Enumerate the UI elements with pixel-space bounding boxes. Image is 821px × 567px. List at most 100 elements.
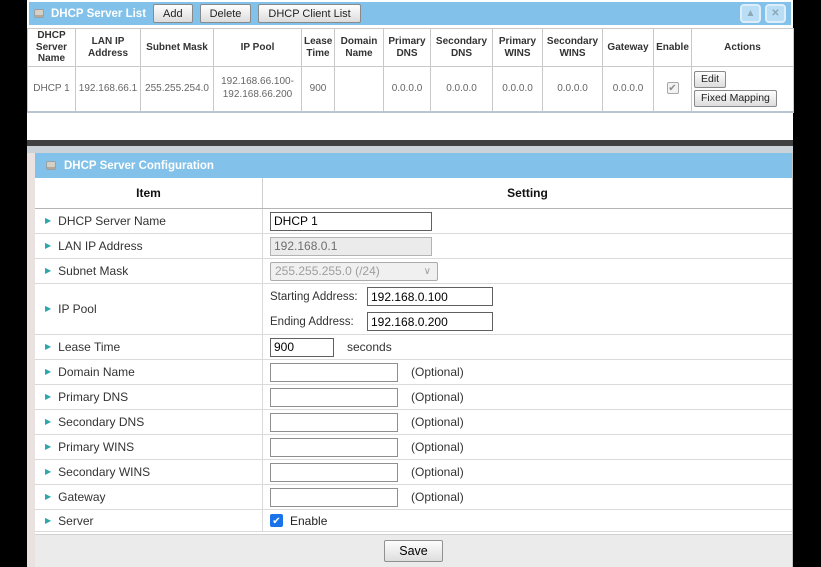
col-gateway: Gateway — [603, 29, 654, 67]
server-enable-label: Enable — [290, 514, 327, 528]
col-domain-name: Domain Name — [335, 29, 384, 67]
row-secondary-dns: ▶ Secondary DNS (Optional) — [35, 410, 792, 435]
table-row: DHCP 1 192.168.66.1 255.255.254.0 192.16… — [28, 67, 794, 112]
col-primary-dns: Primary DNS — [384, 29, 431, 67]
row-server: ▶ Server ✔ Enable — [35, 510, 792, 532]
bullet-icon: ▶ — [45, 443, 51, 451]
panel-top-strip — [27, 146, 793, 153]
col-actions: Actions — [692, 29, 794, 67]
gateway-input[interactable] — [270, 488, 398, 507]
starting-address-input[interactable] — [367, 287, 493, 306]
subnet-mask-selected-value: 255.255.255.0 (/24) — [275, 264, 380, 278]
secondary-wins-label: Secondary WINS — [58, 465, 150, 479]
gateway-label: Gateway — [58, 490, 105, 504]
col-lan-ip: LAN IP Address — [76, 29, 141, 67]
col-ip-pool: IP Pool — [214, 29, 302, 67]
add-button[interactable]: Add — [153, 4, 193, 23]
cell-secondary-dns: 0.0.0.0 — [431, 67, 493, 112]
cell-domain-name — [335, 67, 384, 112]
header-item: Item — [35, 178, 263, 208]
bullet-icon: ▶ — [45, 305, 51, 313]
lease-time-input[interactable] — [270, 338, 334, 357]
col-dhcp-server-name: DHCP Server Name — [28, 29, 76, 67]
server-enable-checkbox[interactable]: ✔ — [270, 514, 283, 527]
window-controls: ▲ ✕ — [740, 4, 786, 23]
save-button[interactable]: Save — [384, 540, 443, 562]
cell-primary-wins: 0.0.0.0 — [493, 67, 543, 112]
configuration-table-header: Item Setting — [35, 178, 792, 209]
fixed-mapping-button[interactable]: Fixed Mapping — [694, 90, 777, 107]
lease-time-label: Lease Time — [58, 340, 120, 354]
dhcp-server-name-input[interactable] — [270, 212, 432, 231]
row-secondary-wins: ▶ Secondary WINS (Optional) — [35, 460, 792, 485]
dhcp-server-configuration-panel: DHCP Server Configuration Item Setting ▶… — [27, 140, 793, 567]
cell-ip-pool: 192.168.66.100-192.168.66.200 — [214, 67, 302, 112]
subnet-mask-select: 255.255.255.0 (/24) ∨ — [270, 262, 438, 281]
cell-dhcp-server-name: DHCP 1 — [28, 67, 76, 112]
subnet-mask-label: Subnet Mask — [58, 264, 128, 278]
collapse-icon[interactable]: ▲ — [740, 4, 761, 23]
primary-dns-label: Primary DNS — [58, 390, 128, 404]
bullet-icon: ▶ — [45, 393, 51, 401]
dhcp-server-table: DHCP Server Name LAN IP Address Subnet M… — [27, 28, 794, 113]
optional-hint: (Optional) — [411, 490, 464, 504]
optional-hint: (Optional) — [411, 365, 464, 379]
server-label: Server — [58, 514, 93, 528]
ending-address-label: Ending Address: — [270, 316, 367, 328]
col-lease-time: Lease Time — [302, 29, 335, 67]
row-primary-wins: ▶ Primary WINS (Optional) — [35, 435, 792, 460]
lan-ip-input — [270, 237, 432, 256]
panel-title: DHCP Server List — [51, 8, 146, 20]
bullet-icon: ▶ — [45, 242, 51, 250]
domain-name-input[interactable] — [270, 363, 398, 382]
header-setting: Setting — [263, 178, 792, 208]
row-lease-time: ▶ Lease Time seconds — [35, 335, 792, 360]
panel-left-strip — [27, 153, 35, 567]
optional-hint: (Optional) — [411, 415, 464, 429]
cell-secondary-wins: 0.0.0.0 — [543, 67, 603, 112]
table-header-row: DHCP Server Name LAN IP Address Subnet M… — [28, 29, 794, 67]
lan-ip-label: LAN IP Address — [58, 239, 143, 253]
secondary-dns-label: Secondary DNS — [58, 415, 144, 429]
secondary-dns-input[interactable] — [270, 413, 398, 432]
cell-actions: Edit Fixed Mapping — [692, 67, 794, 112]
enable-checkbox-disabled: ✔ — [667, 82, 679, 94]
bullet-icon: ▶ — [45, 217, 51, 225]
configuration-panel-body: DHCP Server Configuration Item Setting ▶… — [35, 153, 793, 567]
row-subnet-mask: ▶ Subnet Mask 255.255.255.0 (/24) ∨ — [35, 259, 792, 284]
row-ip-pool: ▶ IP Pool Starting Address: Ending Addre… — [35, 284, 792, 335]
optional-hint: (Optional) — [411, 390, 464, 404]
chevron-down-icon: ∨ — [424, 266, 431, 277]
dhcp-server-name-label: DHCP Server Name — [58, 214, 166, 228]
col-secondary-dns: Secondary DNS — [431, 29, 493, 67]
primary-wins-label: Primary WINS — [58, 440, 134, 454]
bullet-icon: ▶ — [45, 418, 51, 426]
col-secondary-wins: Secondary WINS — [543, 29, 603, 67]
cell-primary-dns: 0.0.0.0 — [384, 67, 431, 112]
dhcp-server-list-titlebar: DHCP Server List Add Delete DHCP Client … — [29, 2, 791, 25]
optional-hint: (Optional) — [411, 440, 464, 454]
bullet-icon: ▶ — [45, 267, 51, 275]
ip-pool-label: IP Pool — [58, 302, 96, 316]
dhcp-client-list-button[interactable]: DHCP Client List — [258, 4, 360, 23]
edit-button[interactable]: Edit — [694, 71, 726, 88]
save-bar: Save — [35, 534, 792, 567]
row-lan-ip-address: ▶ LAN IP Address — [35, 234, 792, 259]
bullet-icon: ▶ — [45, 517, 51, 525]
close-icon[interactable]: ✕ — [765, 4, 786, 23]
row-primary-dns: ▶ Primary DNS (Optional) — [35, 385, 792, 410]
cell-enable: ✔ — [654, 67, 692, 112]
cell-lease-time: 900 — [302, 67, 335, 112]
primary-dns-input[interactable] — [270, 388, 398, 407]
cell-lan-ip: 192.168.66.1 — [76, 67, 141, 112]
panel-icon — [46, 161, 56, 170]
starting-address-label: Starting Address: — [270, 291, 367, 303]
ending-address-input[interactable] — [367, 312, 493, 331]
row-gateway: ▶ Gateway (Optional) — [35, 485, 792, 510]
delete-button[interactable]: Delete — [200, 4, 252, 23]
row-domain-name: ▶ Domain Name (Optional) — [35, 360, 792, 385]
cell-subnet-mask: 255.255.254.0 — [141, 67, 214, 112]
primary-wins-input[interactable] — [270, 438, 398, 457]
secondary-wins-input[interactable] — [270, 463, 398, 482]
bullet-icon: ▶ — [45, 468, 51, 476]
